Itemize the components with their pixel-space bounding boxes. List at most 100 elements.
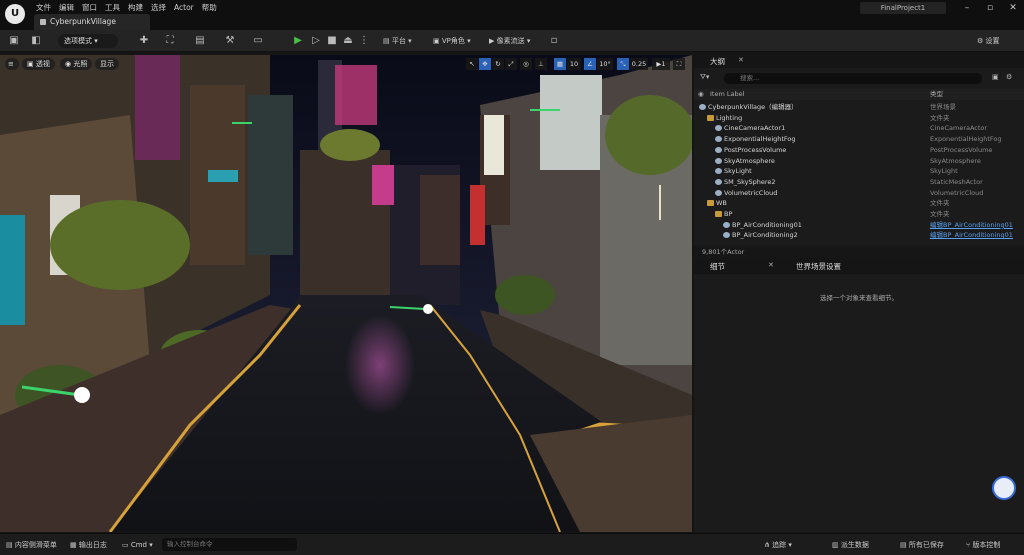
- outliner-row[interactable]: ExponentialHeightFog ExponentialHeightFog: [694, 134, 1024, 145]
- content-drawer-button[interactable]: ▤ 内容侧滑菜单: [6, 539, 57, 551]
- viewport-menu-icon[interactable]: ≡: [5, 58, 19, 70]
- menu-select[interactable]: 选择: [149, 0, 172, 13]
- geometry-icon[interactable]: ▭: [252, 35, 264, 47]
- menu-build[interactable]: 构建: [126, 0, 149, 13]
- pixel-streaming-label: 像素流送: [496, 37, 525, 45]
- grid-snap-value[interactable]: 10: [567, 58, 581, 70]
- menu-help[interactable]: 帮助: [200, 0, 223, 13]
- select-mode-label: 选项模式: [64, 37, 92, 45]
- pixel-streaming-dropdown[interactable]: ▶ 像素流送 ▾: [486, 34, 533, 48]
- scale-snap-value[interactable]: 0.25: [630, 58, 648, 70]
- derived-data-button[interactable]: ▥ 派生数据: [832, 539, 869, 551]
- extra-icon[interactable]: ▫: [548, 35, 560, 47]
- actor-icon: [699, 104, 706, 110]
- unreal-logo-icon[interactable]: U: [5, 4, 25, 24]
- outliner-row[interactable]: BP 文件夹: [694, 209, 1024, 220]
- camera-speed-value: 1: [661, 60, 666, 68]
- outliner-row[interactable]: SM_SkySphere2 StaticMeshActor: [694, 177, 1024, 188]
- modeling-icon[interactable]: ⚒: [224, 35, 236, 47]
- vp-role-dropdown[interactable]: ▣ VP角色 ▾: [430, 34, 474, 48]
- step-icon[interactable]: ▷: [310, 35, 322, 47]
- outliner-row[interactable]: SkyAtmosphere SkyAtmosphere: [694, 156, 1024, 167]
- visibility-icon[interactable]: ◉: [698, 89, 704, 100]
- maximize-icon[interactable]: ▫: [983, 2, 997, 14]
- source-control-label: 版本控制: [972, 541, 1001, 549]
- details-header: 细节 ✕ 世界场景设置: [694, 260, 1024, 274]
- perspective-button[interactable]: ▣ 透视: [22, 58, 55, 70]
- console-command-input[interactable]: 输入控制台命令: [162, 538, 297, 551]
- outliner-tab[interactable]: 大纲: [696, 55, 725, 68]
- close-icon[interactable]: ✕: [1006, 2, 1020, 14]
- details-tab[interactable]: 细节: [696, 260, 725, 273]
- rotate-tool-icon[interactable]: ↻: [492, 58, 504, 70]
- all-saved-button[interactable]: ▤ 所有已保存: [900, 539, 944, 551]
- folder-icon: [707, 200, 714, 207]
- lit-button[interactable]: ◉ 光照: [60, 58, 93, 70]
- outliner-row[interactable]: BP_AirConditioning01 编辑BP_AirConditioning…: [694, 220, 1024, 231]
- save-icon[interactable]: ▣: [8, 35, 20, 47]
- eject-icon[interactable]: ⏏: [342, 35, 354, 47]
- outliner-row[interactable]: Lighting 文件夹: [694, 113, 1024, 124]
- scale-tool-icon[interactable]: ⤢: [505, 58, 517, 70]
- platform-dropdown[interactable]: ▤ 平台 ▾: [380, 34, 415, 48]
- surface-snap-icon[interactable]: ⊥: [535, 58, 547, 70]
- menu-bar: 文件 编辑 窗口 工具 构建 选择 Actor 帮助: [34, 0, 223, 13]
- col-type[interactable]: 类型: [930, 89, 943, 100]
- add-folder-icon[interactable]: ▣: [992, 73, 999, 81]
- outliner-row-label: WB: [716, 199, 727, 208]
- outliner-row-label: SM_SkySphere2: [724, 177, 776, 186]
- outliner-row[interactable]: PostProcessVolume PostProcessVolume: [694, 145, 1024, 156]
- source-control-button[interactable]: ⑂ 版本控制: [966, 539, 1000, 551]
- grid-snap-icon[interactable]: ▦: [554, 58, 566, 70]
- settings-dropdown[interactable]: ⚙ 设置: [974, 34, 1003, 48]
- add-actor-icon[interactable]: ✚: [138, 35, 150, 47]
- trace-dropdown[interactable]: ⋔ 追踪 ▾: [764, 539, 792, 551]
- outliner-row[interactable]: VolumetricCloud VolumetricCloud: [694, 188, 1024, 199]
- outliner-tab-label: 大纲: [710, 57, 725, 66]
- blueprint-icon[interactable]: ⛶: [164, 35, 176, 47]
- maximize-viewport-icon[interactable]: ⛶: [673, 58, 685, 70]
- level-viewport[interactable]: ≡ ▣ 透视 ◉ 光照 显示 ↖ ✥ ↻ ⤢ ◎ ⊥ ▦ 10 ∠ 10° ⤡ …: [0, 55, 692, 532]
- level-tab[interactable]: CyberpunkVillage: [34, 14, 150, 30]
- menu-file[interactable]: 文件: [34, 0, 57, 13]
- details-close-icon[interactable]: ✕: [768, 261, 774, 269]
- settings-label: 设置: [985, 37, 1000, 45]
- scale-snap-icon[interactable]: ⤡: [617, 58, 629, 70]
- col-item-label[interactable]: Item Label: [710, 89, 744, 100]
- menu-window[interactable]: 窗口: [80, 0, 103, 13]
- assistant-icon[interactable]: [992, 476, 1016, 500]
- outliner-row[interactable]: BP_AirConditioning2 编辑BP_AirConditioning0…: [694, 230, 1024, 241]
- outliner-row[interactable]: SkyLight SkyLight: [694, 166, 1024, 177]
- output-log-button[interactable]: ▦ 输出日志: [70, 539, 107, 551]
- select-tool-icon[interactable]: ↖: [466, 58, 478, 70]
- outliner-row-type[interactable]: 编辑BP_AirConditioning01: [930, 220, 1013, 231]
- cmd-dropdown[interactable]: ▭ Cmd ▾: [122, 539, 153, 551]
- select-mode-dropdown[interactable]: 选项模式 ▾: [58, 34, 118, 48]
- cinematics-icon[interactable]: ▤: [194, 35, 206, 47]
- camera-speed-button[interactable]: ▶1: [652, 58, 670, 70]
- menu-edit[interactable]: 编辑: [57, 0, 80, 13]
- rotation-snap-value[interactable]: 10°: [597, 58, 613, 70]
- world-local-icon[interactable]: ◎: [520, 58, 532, 70]
- outliner-row[interactable]: CineCameraActor1 CineCameraActor: [694, 123, 1024, 134]
- content-browser-icon[interactable]: ◧: [30, 35, 42, 47]
- outliner-settings-icon[interactable]: ⚙: [1006, 73, 1012, 81]
- show-button[interactable]: 显示: [95, 58, 119, 70]
- outliner-row[interactable]: CyberpunkVillage（编辑器） 世界场景: [694, 102, 1024, 113]
- play-options-icon[interactable]: ⋮: [358, 35, 370, 47]
- play-icon[interactable]: ▶: [292, 35, 304, 47]
- world-settings-tab[interactable]: 世界场景设置: [782, 260, 841, 273]
- actor-icon: [715, 136, 722, 143]
- vp-role-label: VP角色: [441, 37, 465, 45]
- rotation-snap-icon[interactable]: ∠: [584, 58, 596, 70]
- filter-icon[interactable]: ⛛▾: [700, 73, 709, 82]
- translate-tool-icon[interactable]: ✥: [479, 58, 491, 70]
- stop-icon[interactable]: ■: [326, 35, 338, 47]
- outliner-row[interactable]: WB 文件夹: [694, 198, 1024, 209]
- minimize-icon[interactable]: –: [960, 2, 974, 14]
- menu-actor[interactable]: Actor: [172, 0, 200, 13]
- outliner-search-input[interactable]: 搜索...: [724, 73, 982, 84]
- menu-tools[interactable]: 工具: [103, 0, 126, 13]
- outliner-close-icon[interactable]: ✕: [738, 56, 744, 64]
- outliner-row-type[interactable]: 编辑BP_AirConditioning01: [930, 230, 1013, 241]
